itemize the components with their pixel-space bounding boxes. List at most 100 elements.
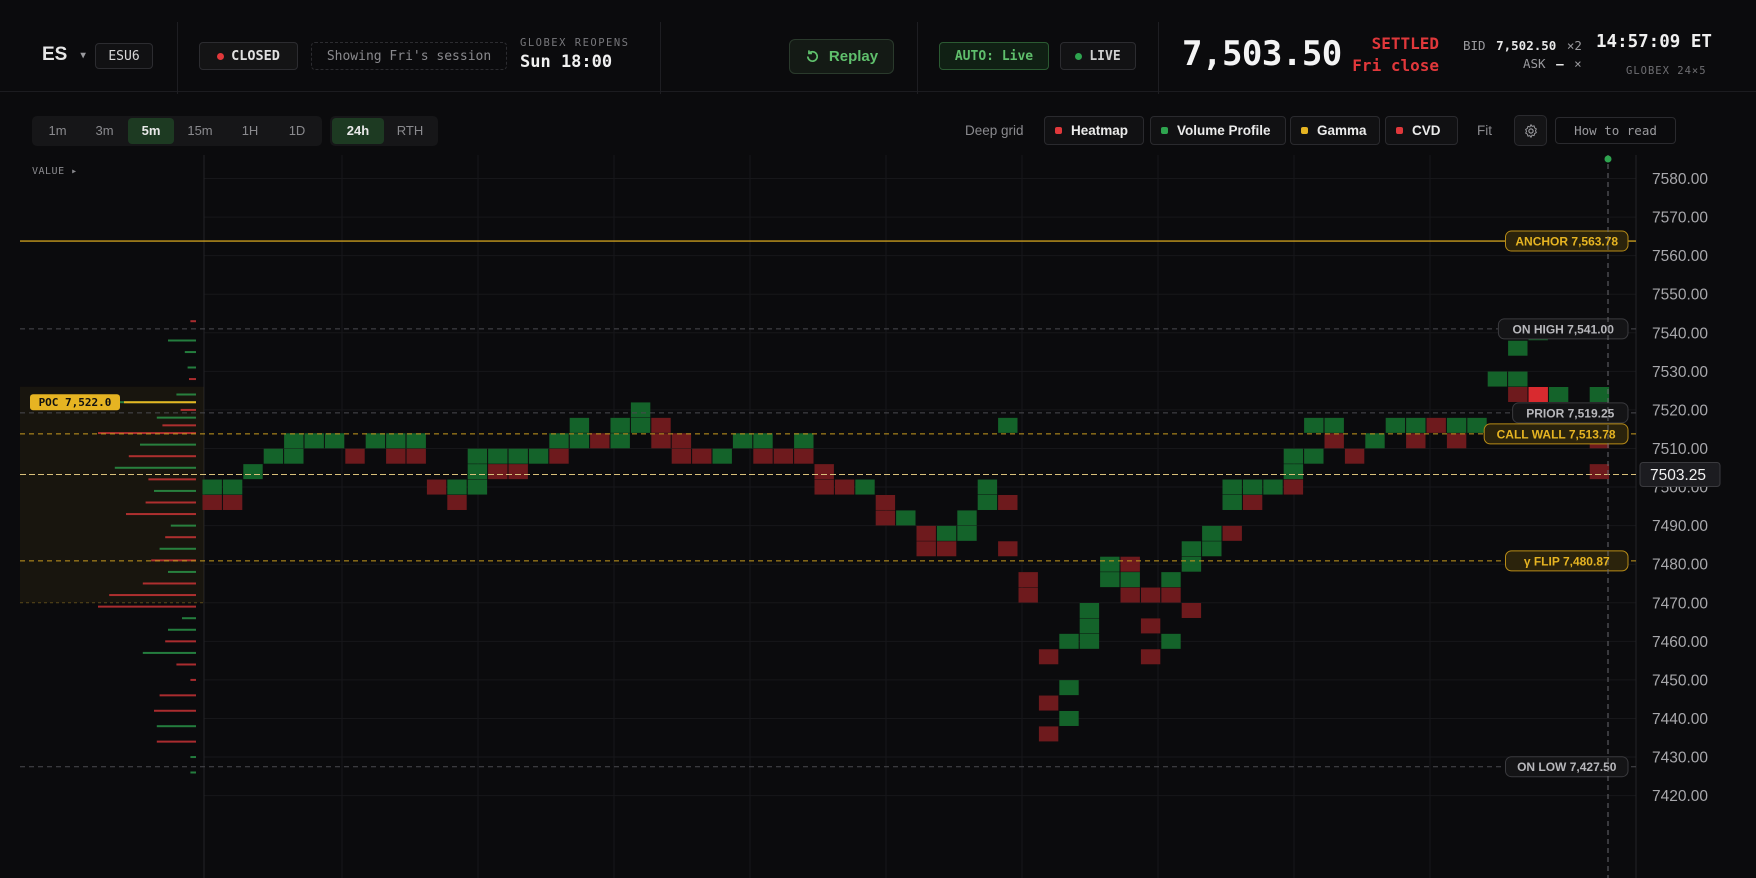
heatmap-cell <box>1304 448 1324 464</box>
contract-selector[interactable]: ESU6 <box>95 43 153 69</box>
heatmap-cell <box>345 448 365 464</box>
heatmap-cell <box>549 448 569 464</box>
heatmap-cell <box>1304 417 1324 433</box>
heatmap-cell <box>814 464 834 480</box>
profile-bar <box>190 756 196 759</box>
timeframe-option[interactable]: 1H <box>226 118 274 144</box>
heatmap-cell <box>1385 417 1406 433</box>
profile-bar <box>156 740 196 743</box>
layer-toggle-gamma[interactable]: Gamma <box>1290 116 1380 145</box>
profile-bar <box>176 393 196 396</box>
profile-bar <box>168 339 196 342</box>
divider <box>917 22 918 94</box>
heatmap-cell <box>1161 572 1181 588</box>
market-status-badge: CLOSED <box>199 42 298 70</box>
timeframe-option[interactable]: 3m <box>81 118 128 144</box>
heatmap-cell <box>998 417 1018 433</box>
session-option[interactable]: RTH <box>384 118 436 144</box>
heatmap-cell <box>1242 494 1263 510</box>
heatmap-cell <box>1283 464 1304 480</box>
ask-quote: ASK – × <box>1523 56 1582 71</box>
session-selector: 24h RTH <box>330 116 438 146</box>
session-option[interactable]: 24h <box>332 118 384 144</box>
y-tick-label: 7470.00 <box>1652 595 1708 612</box>
heatmap-cell <box>732 433 753 449</box>
y-tick-label: 7510.00 <box>1652 441 1708 458</box>
heatmap-cell <box>896 510 916 526</box>
symbol-label: ES <box>42 44 68 65</box>
timeframe-option[interactable]: 5m <box>128 118 174 144</box>
profile-bar <box>190 678 196 681</box>
live-badge[interactable]: LIVE <box>1060 42 1136 70</box>
heatmap-cell <box>1487 371 1508 387</box>
heatmap-cell <box>406 448 426 464</box>
heatmap-cell <box>651 433 671 449</box>
heatmap-cell <box>1242 479 1263 495</box>
heatmap-cell <box>590 433 610 449</box>
profile-bar <box>148 478 196 481</box>
heatmap-cell <box>1120 587 1140 603</box>
heatmap-cell <box>1059 680 1079 696</box>
heatmap-cell <box>875 494 896 510</box>
profile-bar <box>156 416 196 419</box>
gamma-swatch-icon <box>1301 127 1308 134</box>
layer-toggle-cvd[interactable]: CVD <box>1385 116 1458 145</box>
heatmap-cell <box>1446 417 1467 433</box>
heatmap-cell <box>263 448 284 464</box>
y-tick-label: 7540.00 <box>1652 325 1708 342</box>
heatmap-cell <box>1202 525 1222 541</box>
heatmap-cell <box>1406 433 1426 449</box>
profile-bar <box>180 408 196 411</box>
replay-button[interactable]: Replay <box>789 39 894 74</box>
timeframe-option[interactable]: 1m <box>34 118 81 144</box>
profile-bar <box>159 547 196 550</box>
symbol-selector[interactable]: ES ▾ <box>42 44 86 66</box>
heatmap-cell <box>1181 541 1202 557</box>
price-heatmap-chart[interactable]: POC 7,522.0 ANCHOR 7,563.78 ON HIGH 7,541… <box>0 155 1756 878</box>
layer-toggle-heatmap[interactable]: Heatmap <box>1044 116 1144 145</box>
heatmap-cell <box>467 464 488 480</box>
how-to-read-button[interactable]: How to read <box>1555 117 1676 144</box>
heatmap-cell <box>794 448 814 464</box>
price-level-label: CALL WALL 7,513.78 <box>1497 427 1616 441</box>
profile-header: VALUE ▸ <box>32 166 78 177</box>
settings-button[interactable] <box>1514 115 1547 146</box>
heatmap-cell <box>834 479 855 495</box>
timeframe-option[interactable]: 15m <box>174 118 226 144</box>
heatmap-cell <box>324 433 345 449</box>
heatmap-cell <box>855 479 875 495</box>
fit-button[interactable]: Fit <box>1477 123 1492 138</box>
price-axis: 7580.00 7570.00 7560.00 7550.00 7540.00 7530.… <box>1639 171 1721 805</box>
heatmap-cell <box>651 417 671 433</box>
timeframe-option[interactable]: 1D <box>274 118 320 144</box>
settled-sub-label: Fri close <box>1352 56 1439 75</box>
value-area-band <box>20 386 204 603</box>
heatmap-cell <box>957 525 977 541</box>
heatmap-cell <box>610 433 630 449</box>
price-level-label: ON LOW 7,427.50 <box>1517 760 1617 774</box>
heatmap-cell <box>998 494 1018 510</box>
auto-live-toggle[interactable]: AUTO: Live <box>939 42 1049 70</box>
heatmap-cell <box>773 448 794 464</box>
profile-bar <box>154 489 196 492</box>
profile-bar <box>184 351 196 354</box>
heatmap-cell <box>488 464 508 480</box>
heatmap-cell <box>1324 433 1344 449</box>
heatmap-cell <box>406 433 426 449</box>
heatmap-cell <box>1283 448 1304 464</box>
profile-bar <box>182 617 196 620</box>
layer-label: Volume Profile <box>1177 123 1271 138</box>
heatmap-cell <box>1548 386 1569 402</box>
heatmap-cell <box>1406 417 1426 433</box>
heatmap-cell <box>977 479 998 495</box>
heatmap-cell <box>569 433 590 449</box>
bid-label: BID <box>1463 38 1486 53</box>
profile-bar <box>159 694 196 697</box>
current-price-label: 7503.25 <box>1650 467 1706 484</box>
layer-toggle-volume-profile[interactable]: Volume Profile <box>1150 116 1286 145</box>
divider <box>177 22 178 94</box>
profile-bar <box>187 366 196 369</box>
bid-value: 7,502.50 <box>1496 38 1557 53</box>
poc-label: POC 7,522.0 <box>39 396 112 409</box>
divider <box>660 22 661 94</box>
